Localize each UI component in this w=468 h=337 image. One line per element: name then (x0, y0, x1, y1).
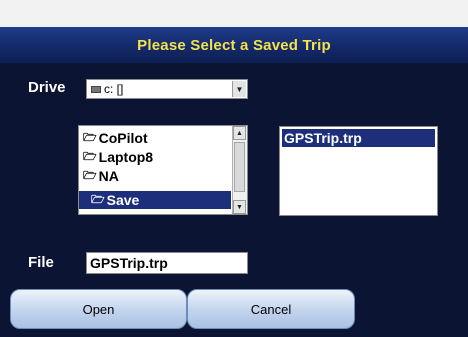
file-name-field[interactable]: GPSTrip.trp (86, 252, 248, 274)
folder-item-copilot[interactable]: 🗁 CoPilot (83, 129, 148, 147)
folder-item-label: Save (106, 192, 140, 208)
file-list[interactable]: GPSTrip.trp (279, 126, 438, 216)
folder-item-save[interactable]: 🗁 Save (79, 191, 231, 209)
top-strip (0, 0, 468, 27)
dialog-title: Please Select a Saved Trip (0, 27, 468, 63)
folder-list[interactable]: 🗁 CoPilot 🗁 Laptop8 🗁 NA 🗁 Save ▲ ▼ (78, 125, 248, 215)
scroll-down-button[interactable]: ▼ (233, 200, 246, 214)
file-label: File (28, 254, 54, 271)
folder-open-icon: 🗁 (91, 193, 105, 206)
folder-item-label: CoPilot (98, 130, 148, 146)
drive-label: Drive (28, 79, 66, 96)
folder-open-icon: 🗁 (83, 150, 97, 163)
chevron-down-icon[interactable]: ▼ (232, 81, 246, 97)
select-trip-dialog: Please Select a Saved Trip Drive c: [] ▼… (0, 0, 468, 337)
file-item-gpstrip[interactable]: GPSTrip.trp (282, 129, 435, 147)
open-button[interactable]: Open (10, 289, 187, 329)
scroll-thumb[interactable] (234, 142, 245, 192)
drive-icon (91, 85, 101, 93)
folder-open-icon: 🗁 (83, 169, 97, 182)
folder-scrollbar[interactable]: ▲ ▼ (232, 126, 247, 214)
scroll-up-button[interactable]: ▲ (233, 126, 246, 140)
cancel-button[interactable]: Cancel (187, 289, 355, 329)
drive-value: c: [] (104, 82, 124, 96)
folder-item-laptop8[interactable]: 🗁 Laptop8 (83, 148, 153, 166)
folder-open-icon: 🗁 (83, 131, 97, 144)
folder-item-label: NA (98, 168, 119, 184)
drive-select[interactable]: c: [] ▼ (86, 79, 248, 99)
folder-item-na[interactable]: 🗁 NA (83, 167, 119, 185)
folder-item-label: Laptop8 (98, 149, 154, 165)
